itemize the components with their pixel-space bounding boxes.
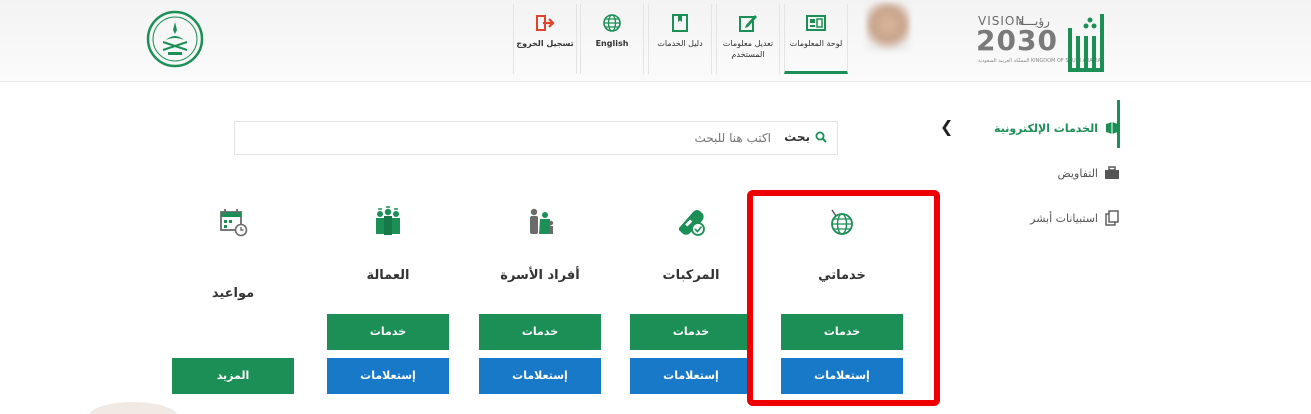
card-title: أفراد الأسرة: [500, 268, 580, 283]
search-button[interactable]: بحث: [784, 130, 827, 144]
vehicle-icon: [679, 210, 705, 236]
english-label: English: [595, 39, 629, 48]
top-bar: تسجيل الخروج English دليل الخدمات تعديل …: [0, 0, 1311, 82]
card-title: مواعيد: [211, 286, 255, 301]
survey-icon: [1105, 210, 1119, 226]
card-appointments: مواعيد المزيد: [166, 190, 300, 410]
logout-label: تسجيل الخروج: [516, 39, 574, 48]
card-title: العمالة: [366, 268, 410, 283]
services-button[interactable]: خدمات: [630, 314, 752, 350]
card-vehicles: المركبات خدمات إستعلامات: [624, 190, 758, 410]
inquiries-button[interactable]: إستعلامات: [479, 358, 601, 394]
card-my-services: خدماتي خدمات إستعلامات: [775, 190, 909, 410]
sidebar-item-label: التفاويض: [1057, 166, 1099, 180]
edit-icon: [739, 15, 757, 32]
inquiries-button[interactable]: إستعلامات: [781, 358, 903, 394]
ministry-seal-logo: [146, 10, 204, 68]
search-bar: بحث: [234, 121, 838, 155]
search-icon: [815, 131, 827, 143]
calendar-icon: [220, 209, 248, 237]
dashboard-nav-item[interactable]: لوحة المعلومات: [784, 4, 848, 74]
workers-icon: [376, 206, 400, 235]
services-guide-nav-item[interactable]: دليل الخدمات: [648, 4, 712, 74]
eservices-icon: [1106, 122, 1118, 134]
search-input[interactable]: [241, 122, 771, 154]
card-title: خدماتي: [818, 268, 866, 283]
sidebar-item-label: الخدمات الإلكترونية: [994, 121, 1098, 135]
logout-icon: [536, 15, 555, 31]
services-button[interactable]: خدمات: [327, 314, 449, 350]
user-avatar[interactable]: [866, 2, 910, 52]
edit-user-info-label: تعديل معلومات المستخدم: [722, 39, 774, 59]
decorative-shape: [88, 402, 178, 414]
edit-user-info-nav-item[interactable]: تعديل معلومات المستخدم: [716, 4, 780, 74]
card-labor: العمالة خدمات إستعلامات: [321, 190, 455, 410]
logout-nav-item[interactable]: تسجيل الخروج: [513, 4, 577, 74]
more-button[interactable]: المزيد: [172, 358, 294, 394]
services-guide-label: دليل الخدمات: [657, 39, 703, 48]
family-icon: [530, 208, 554, 234]
english-nav-item[interactable]: English: [580, 4, 644, 74]
inquiries-button[interactable]: إستعلامات: [327, 358, 449, 394]
sidebar-item-delegations[interactable]: التفاويض: [1058, 161, 1121, 185]
inquiries-button[interactable]: إستعلامات: [630, 358, 752, 394]
sidebar-item-label: استبيانات أبشر: [1030, 211, 1098, 225]
dashboard-label: لوحة المعلومات: [789, 39, 843, 48]
absher-logo: [1068, 14, 1104, 72]
dashboard-icon: [806, 15, 826, 31]
sidebar-item-surveys[interactable]: استبيانات أبشر: [1030, 206, 1120, 230]
card-title: المركبات: [662, 268, 720, 283]
briefcase-icon: [1105, 166, 1119, 179]
book-icon: [672, 14, 688, 32]
vision-year: 2030: [976, 24, 1058, 57]
services-button[interactable]: خدمات: [479, 314, 601, 350]
services-button[interactable]: خدمات: [781, 314, 903, 350]
sidebar-item-eservices[interactable]: الخدمات الإلكترونية: [994, 116, 1120, 140]
globe-icon: [831, 209, 853, 235]
search-button-label: بحث: [784, 130, 810, 144]
sidebar-collapse-chevron-icon[interactable]: ❮: [940, 117, 953, 136]
globe-icon: [603, 14, 621, 32]
card-family-members: أفراد الأسرة خدمات إستعلامات: [473, 190, 607, 410]
